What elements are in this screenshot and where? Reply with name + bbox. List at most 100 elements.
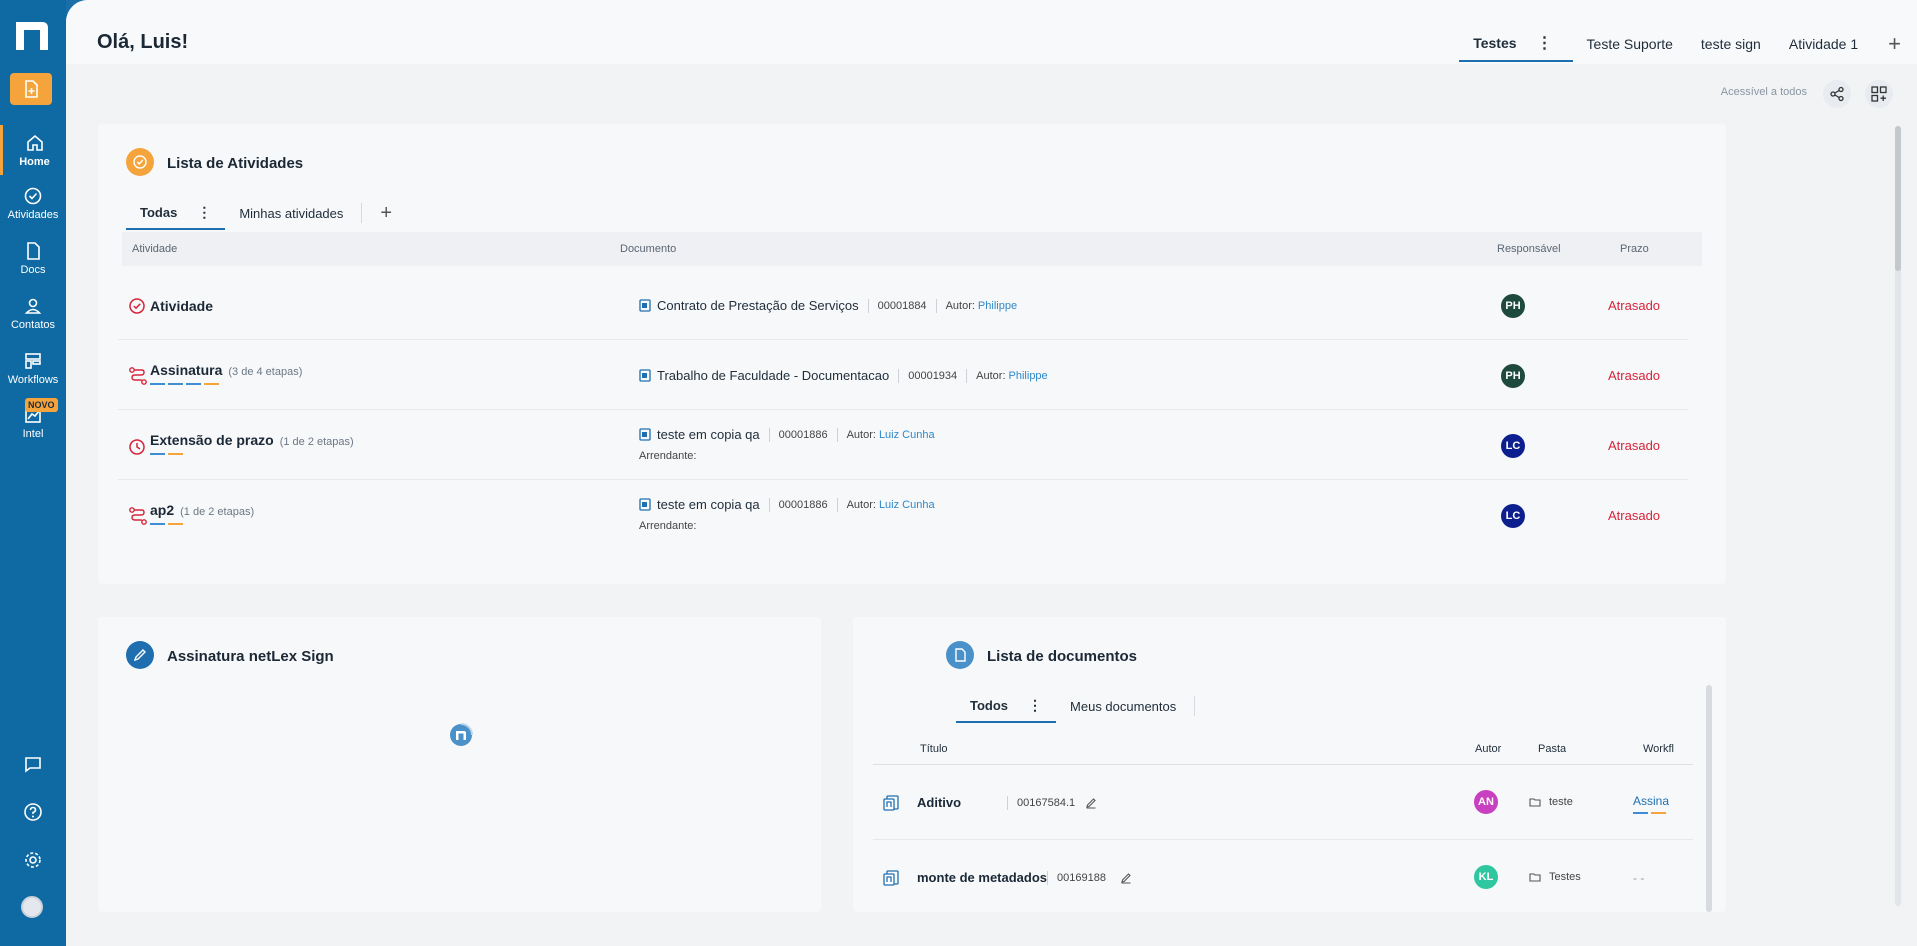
check-circle-icon: [133, 155, 147, 169]
chat-button[interactable]: [0, 754, 66, 774]
tab-minhas-atividades[interactable]: Minhas atividades: [225, 196, 357, 230]
new-file-icon: [25, 80, 38, 98]
add-filter-tab-button[interactable]: +: [366, 196, 406, 230]
sidebar-item-home[interactable]: Home: [0, 125, 66, 175]
table-row[interactable]: Aditivo 00167584.1 AN teste Assina: [873, 765, 1693, 840]
tab-todos[interactable]: Todos ⋮: [956, 689, 1057, 723]
column-responsible: Responsável: [1497, 243, 1561, 255]
edit-icon[interactable]: [1120, 872, 1132, 884]
activity-name[interactable]: Assinatura (3 de 4 etapas): [150, 362, 302, 378]
divider: [966, 368, 968, 383]
table-row[interactable]: Extensão de prazo (1 de 2 etapas) teste e…: [118, 410, 1688, 480]
divider: [935, 298, 937, 313]
documents-title: Lista de documentos: [987, 648, 1138, 665]
help-button[interactable]: [0, 802, 66, 822]
activity-name[interactable]: ap2 (1 de 2 etapas): [150, 502, 254, 518]
deadline-status: Atrasado: [1608, 298, 1661, 313]
sidebar-item-label: Workflows: [7, 373, 59, 386]
author-link[interactable]: Luiz Cunha: [879, 429, 935, 441]
tab-teste-sign[interactable]: teste sign: [1687, 26, 1775, 62]
deadline-status: Atrasado: [1608, 438, 1661, 453]
arrendante-label: Arrendante:: [639, 450, 697, 462]
author-link[interactable]: Philippe: [1009, 370, 1048, 382]
tab-menu-icon[interactable]: ⋮: [1028, 697, 1042, 714]
column-activity: Atividade: [132, 243, 178, 255]
divider: [836, 427, 838, 442]
tab-testes[interactable]: Testes ⋮: [1459, 26, 1573, 62]
activity-name-text: Assinatura: [150, 362, 223, 378]
column-title: Título: [920, 743, 948, 755]
tab-menu-icon[interactable]: ⋮: [1531, 33, 1559, 53]
document-code: 00001934: [908, 369, 958, 382]
document-code-text: 00169188: [1057, 872, 1106, 884]
document-folder[interactable]: teste: [1529, 796, 1573, 808]
tab-separator: [361, 203, 363, 223]
sidebar-item-contatos[interactable]: Contatos: [0, 288, 66, 338]
document-workflow[interactable]: Assina: [1633, 794, 1669, 808]
column-document: Documento: [620, 243, 677, 255]
activity-document: Trabalho de Faculdade - Documentacao 000…: [639, 368, 1048, 383]
settings-button[interactable]: [0, 850, 66, 870]
sidebar-item-workflows[interactable]: Workflows: [0, 343, 66, 393]
sidebar-item-label: Intel: [22, 427, 44, 440]
document-title[interactable]: monte de metadados: [917, 870, 1047, 885]
documents-scrollbar[interactable]: [1706, 685, 1712, 912]
clock-icon: [129, 439, 145, 455]
add-tab-button[interactable]: +: [1872, 31, 1917, 57]
table-row[interactable]: ap2 (1 de 2 etapas) teste em copia qa 000…: [118, 480, 1688, 550]
netlex-document-icon: [883, 870, 899, 886]
author-link[interactable]: Luiz Cunha: [879, 499, 935, 511]
progress-bars: [150, 523, 183, 525]
document-title[interactable]: Trabalho de Faculdade - Documentacao: [657, 368, 889, 383]
divider: [867, 298, 869, 313]
document-title[interactable]: Aditivo: [917, 795, 961, 810]
document-code: 00167584.1: [1007, 796, 1097, 810]
author-label: Autor:: [976, 369, 1006, 382]
signature-workflow-icon: [129, 367, 147, 385]
document-code: 00001884: [877, 299, 927, 312]
loading-spinner-icon: [450, 723, 473, 746]
share-button[interactable]: [1823, 80, 1851, 108]
deadline-status: Atrasado: [1608, 508, 1661, 523]
avatar[interactable]: [21, 896, 43, 918]
author-link[interactable]: Philippe: [978, 300, 1017, 312]
sign-title: Assinatura netLex Sign: [167, 648, 334, 665]
tab-atividade-1[interactable]: Atividade 1: [1775, 26, 1872, 62]
table-row[interactable]: Assinatura (3 de 4 etapas) Trabalho de Fa…: [118, 340, 1688, 410]
scrollbar-thumb[interactable]: [1895, 126, 1901, 271]
progress-bars: [150, 383, 219, 385]
document-folder[interactable]: Testes: [1529, 871, 1581, 883]
activities-card-icon: [126, 148, 154, 176]
deadline-status: Atrasado: [1608, 368, 1661, 383]
activity-document: teste em copia qa 00001886 Autor: Luiz C…: [639, 497, 935, 512]
document-icon: [27, 241, 40, 260]
tab-todas[interactable]: Todas ⋮: [126, 196, 226, 230]
activity-document: Contrato de Prestação de Serviços 000018…: [639, 298, 1017, 313]
tab-teste-suporte[interactable]: Teste Suporte: [1573, 26, 1687, 62]
author-avatar: AN: [1474, 790, 1498, 814]
documents-card: Lista de documentos Todos ⋮ Meus documen…: [853, 617, 1726, 912]
activities-title: Lista de Atividades: [167, 155, 304, 172]
tab-menu-icon[interactable]: ⋮: [197, 204, 211, 221]
activity-name[interactable]: Extensão de prazo (1 de 2 etapas): [150, 432, 354, 448]
page-scrollbar[interactable]: [1895, 126, 1901, 906]
check-circle-icon: [24, 187, 42, 204]
author-label: Autor:: [846, 428, 876, 441]
table-row[interactable]: monte de metadados 00169188 KL Testes - …: [873, 840, 1693, 915]
sidebar-item-atividades[interactable]: Atividades: [0, 178, 66, 228]
tab-meus-documentos[interactable]: Meus documentos: [1056, 689, 1190, 723]
sidebar-item-docs[interactable]: Docs: [0, 233, 66, 283]
document-icon: [955, 648, 966, 662]
tab-label: Todas: [140, 204, 178, 220]
help-icon: [24, 803, 42, 821]
table-row[interactable]: Atividade Contrato de Prestação de Servi…: [118, 270, 1688, 340]
netlex-logo[interactable]: [14, 20, 50, 52]
document-title[interactable]: teste em copia qa: [657, 427, 760, 442]
activity-name[interactable]: Atividade: [150, 298, 213, 314]
settings-icon: [25, 852, 41, 868]
edit-icon[interactable]: [1085, 797, 1097, 809]
document-title[interactable]: Contrato de Prestação de Serviços: [657, 298, 859, 313]
new-document-button[interactable]: [10, 73, 52, 105]
add-widget-button[interactable]: [1865, 80, 1893, 108]
document-title[interactable]: teste em copia qa: [657, 497, 760, 512]
